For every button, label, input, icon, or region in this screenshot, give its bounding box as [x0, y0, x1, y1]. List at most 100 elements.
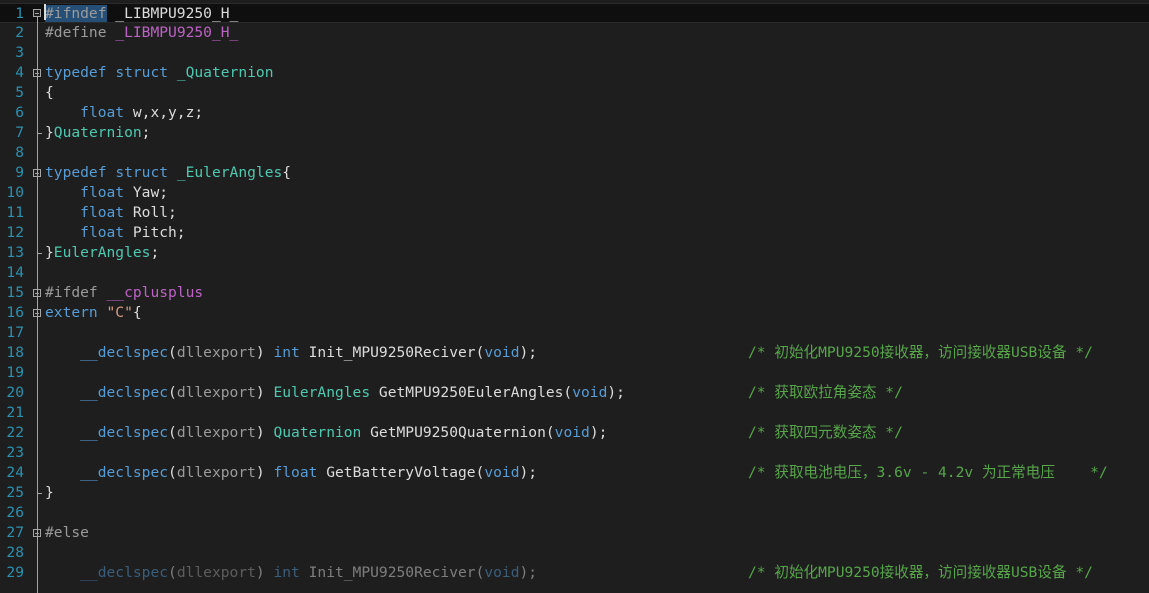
- code-line[interactable]: 20 __declspec(dllexport) EulerAngles Get…: [0, 383, 1149, 403]
- code-text[interactable]: }: [45, 483, 54, 503]
- code-token: (: [168, 344, 177, 361]
- code-line[interactable]: 11 float Roll;: [0, 203, 1149, 223]
- code-line[interactable]: 15 #ifdef __cplusplus: [0, 283, 1149, 303]
- outline-guide: [37, 317, 38, 493]
- code-line[interactable]: 5{: [0, 83, 1149, 103]
- code-line[interactable]: 8: [0, 143, 1149, 163]
- code-line[interactable]: 9 typedef struct _EulerAngles{: [0, 163, 1149, 183]
- code-text[interactable]: }EulerAngles;: [45, 243, 159, 263]
- code-token: Yaw;: [124, 184, 169, 201]
- code-token: dllexport: [176, 384, 256, 401]
- code-token: int: [273, 564, 300, 581]
- line-number: 16: [6, 304, 24, 321]
- code-text[interactable]: #define _LIBMPU9250_H_: [45, 23, 238, 43]
- code-text[interactable]: __declspec(dllexport) EulerAngles GetMPU…: [45, 383, 625, 403]
- code-text[interactable]: __declspec(dllexport) Quaternion GetMPU9…: [45, 423, 607, 443]
- code-line[interactable]: 7 }Quaternion;: [0, 123, 1149, 143]
- code-token: }: [45, 484, 54, 501]
- code-token: float: [80, 204, 125, 221]
- code-line[interactable]: 17: [0, 323, 1149, 343]
- code-line[interactable]: 18 __declspec(dllexport) int Init_MPU925…: [0, 343, 1149, 363]
- outline-end-marker: [37, 493, 42, 494]
- collapse-toggle-icon[interactable]: [33, 9, 41, 17]
- code-line[interactable]: 19: [0, 363, 1149, 383]
- code-line[interactable]: 3: [0, 43, 1149, 63]
- line-number: 19: [6, 364, 24, 381]
- code-token: typedef: [45, 164, 107, 181]
- text-cursor: [44, 4, 46, 20]
- line-number: 2: [15, 24, 24, 41]
- code-token: #ifndef: [45, 5, 107, 22]
- code-line[interactable]: 10 float Yaw;: [0, 183, 1149, 203]
- code-line[interactable]: 14: [0, 263, 1149, 283]
- line-number: 7: [15, 124, 24, 141]
- code-comment: /* 获取欧拉角姿态 */: [748, 384, 903, 401]
- code-text[interactable]: #ifndef _LIBMPU9250_H_: [45, 4, 238, 24]
- code-comment: /* 初始化MPU9250接收器，访问接收器USB设备 */: [748, 344, 1093, 361]
- line-number: 26: [6, 504, 24, 521]
- code-text[interactable]: __declspec(dllexport) int Init_MPU9250Re…: [45, 563, 537, 583]
- code-token: float: [80, 184, 125, 201]
- code-line[interactable]: 26: [0, 503, 1149, 523]
- code-token: struct: [115, 164, 169, 181]
- code-token: _LIBMPU9250_H_: [115, 24, 239, 41]
- line-number: 22: [6, 424, 24, 441]
- code-line[interactable]: 24 __declspec(dllexport) float GetBatter…: [0, 463, 1149, 483]
- line-number: 13: [6, 244, 24, 261]
- code-text[interactable]: float Yaw;: [45, 183, 168, 203]
- code-text[interactable]: #ifdef __cplusplus: [45, 283, 203, 303]
- code-text[interactable]: float Pitch;: [45, 223, 185, 243]
- code-text[interactable]: }Quaternion;: [45, 123, 150, 143]
- code-line[interactable]: 25}: [0, 483, 1149, 503]
- code-token: Quaternion: [273, 424, 362, 441]
- code-text[interactable]: {: [45, 83, 54, 103]
- code-line[interactable]: 2 #define _LIBMPU9250_H_: [0, 23, 1149, 43]
- code-token: extern: [45, 304, 98, 321]
- code-token: (: [168, 424, 177, 441]
- code-text[interactable]: float w,x,y,z;: [45, 103, 203, 123]
- code-text[interactable]: typedef struct _Quaternion: [45, 63, 273, 83]
- code-editor[interactable]: 1 #ifndef _LIBMPU9250_H_ 2 #define _LIBMPU9…: [0, 0, 1149, 593]
- line-number: 25: [6, 484, 24, 501]
- line-number: 27: [6, 524, 24, 541]
- code-token: void: [484, 464, 520, 481]
- code-text[interactable]: #else: [45, 523, 89, 543]
- code-text[interactable]: float Roll;: [45, 203, 177, 223]
- code-text[interactable]: __declspec(dllexport) float GetBatteryVo…: [45, 463, 537, 483]
- code-line[interactable]: 29 __declspec(dllexport) int Init_MPU925…: [0, 563, 1149, 583]
- outline-end-marker: [37, 133, 42, 134]
- outline-guide: [37, 177, 38, 253]
- code-token: __declspec: [80, 464, 169, 481]
- outline-guide: [37, 77, 38, 133]
- code-line[interactable]: 27 #else: [0, 523, 1149, 543]
- code-text[interactable]: extern "C"{: [45, 303, 142, 323]
- code-line[interactable]: 6 float w,x,y,z;: [0, 103, 1149, 123]
- code-line[interactable]: 12 float Pitch;: [0, 223, 1149, 243]
- code-line[interactable]: 28: [0, 543, 1149, 563]
- code-token: ): [255, 464, 274, 481]
- code-line[interactable]: 16 extern "C"{: [0, 303, 1149, 323]
- code-line[interactable]: 13 }EulerAngles;: [0, 243, 1149, 263]
- code-token: struct: [115, 64, 169, 81]
- code-line[interactable]: 22 __declspec(dllexport) Quaternion GetM…: [0, 423, 1149, 443]
- code-line[interactable]: 23: [0, 443, 1149, 463]
- line-number: 9: [15, 164, 24, 181]
- code-line[interactable]: 1 #ifndef _LIBMPU9250_H_: [0, 3, 1149, 23]
- code-text[interactable]: typedef struct _EulerAngles{: [45, 163, 291, 183]
- code-token: typedef: [45, 64, 107, 81]
- code-token: );: [519, 564, 538, 581]
- code-token: __declspec: [80, 344, 169, 361]
- code-token: ): [255, 384, 274, 401]
- code-line[interactable]: 4 typedef struct _Quaternion: [0, 63, 1149, 83]
- code-token: __declspec: [80, 424, 169, 441]
- code-line[interactable]: 21: [0, 403, 1149, 423]
- code-text[interactable]: __declspec(dllexport) int Init_MPU9250Re…: [45, 343, 537, 363]
